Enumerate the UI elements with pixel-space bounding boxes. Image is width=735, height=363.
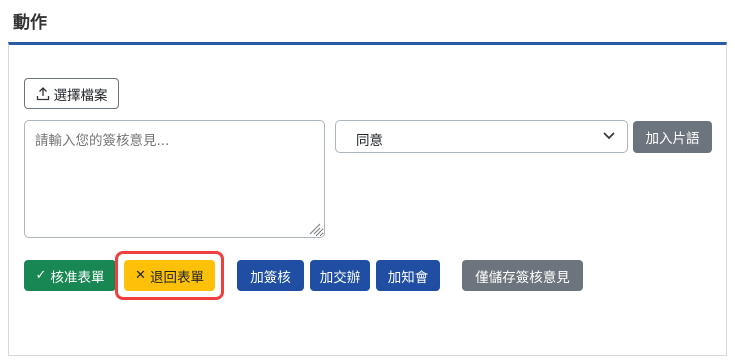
check-icon: ✓ [35,268,47,283]
page-title: 動作 [13,13,47,33]
add-assign-button[interactable]: 加交辦 [310,260,370,291]
add-notify-button[interactable]: 加知會 [376,260,440,291]
return-form-button[interactable]: ✕ 退回表單 [124,260,215,291]
close-icon: ✕ [135,268,146,283]
phrase-select-value: 同意 [356,133,383,149]
comment-input[interactable] [24,120,325,238]
add-sign-button[interactable]: 加簽核 [237,260,304,291]
choose-file-label: 選擇檔案 [53,87,108,104]
resize-grip-icon[interactable] [307,221,321,235]
choose-file-button[interactable]: 選擇檔案 [24,78,119,109]
approve-form-button[interactable]: ✓ 核准表單 [24,260,116,291]
return-form-label: 退回表單 [149,269,204,286]
phrase-select[interactable]: 同意 [335,120,628,153]
upload-icon [36,86,49,100]
save-comment-only-button[interactable]: 僅儲存簽核意見 [462,260,583,291]
approve-form-label: 核准表單 [50,269,105,286]
chevron-down-icon [603,132,615,140]
add-phrase-button[interactable]: 加入片語 [633,121,712,153]
